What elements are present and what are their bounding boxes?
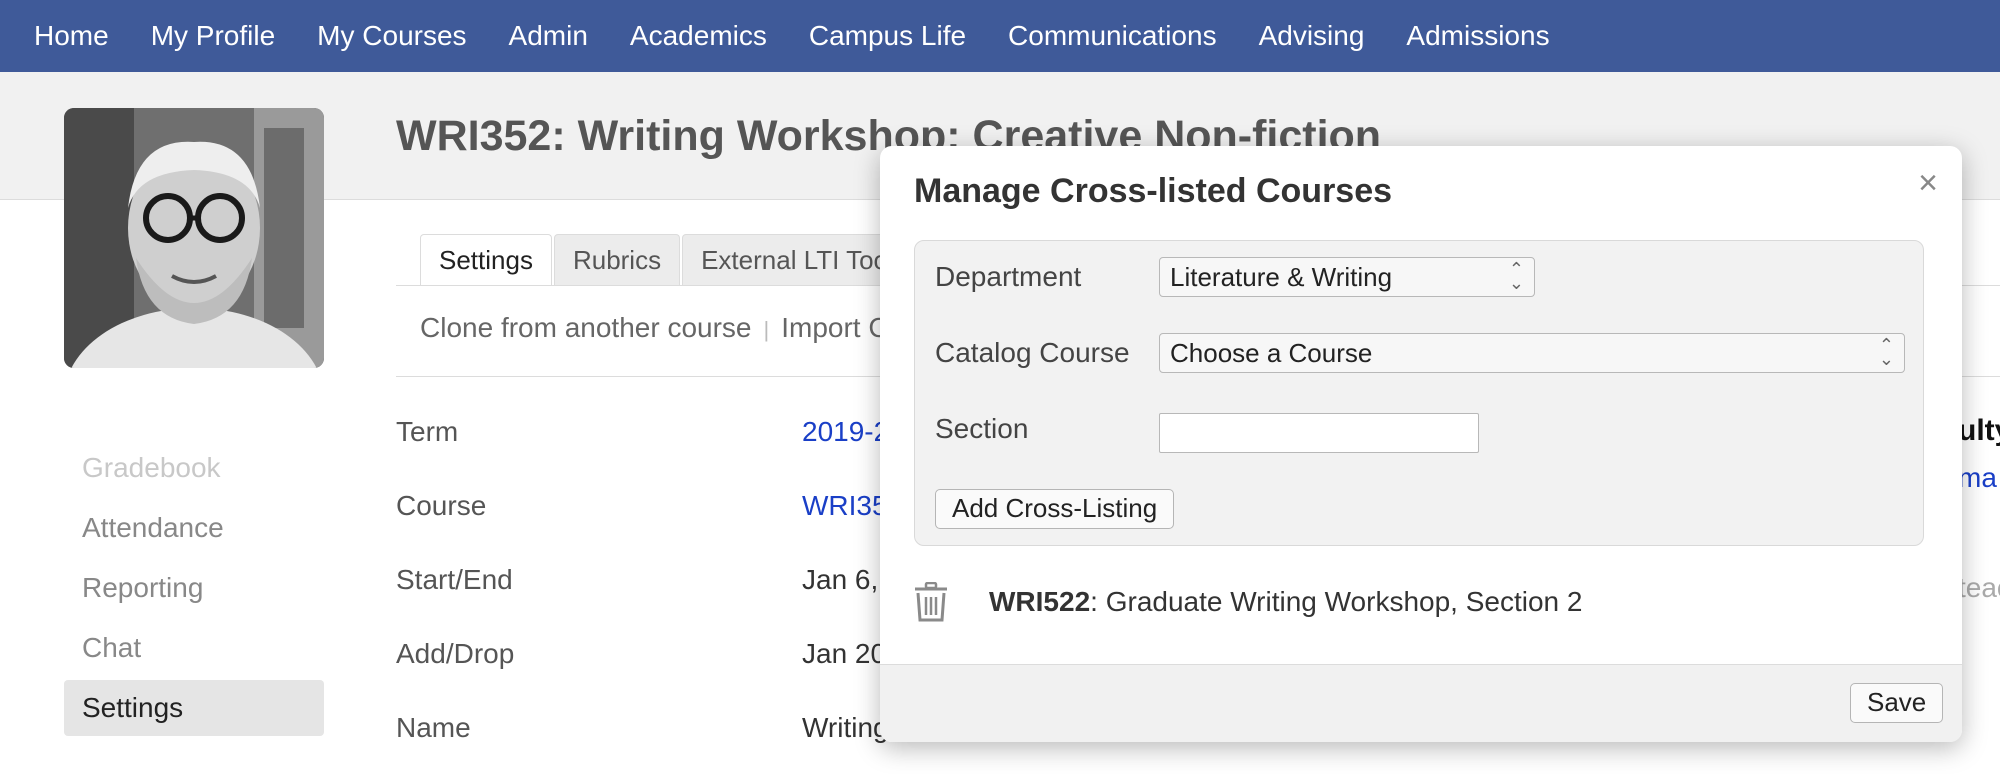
department-select[interactable]: Literature & Writing ⌃ ⌄ <box>1159 257 1535 297</box>
settings-tabs: Settings Rubrics External LTI Tool <box>420 234 915 286</box>
actions-separator: | <box>763 317 770 342</box>
tab-external-lti-tools[interactable]: External LTI Tool <box>682 234 913 286</box>
detail-label: Add/Drop <box>396 638 515 669</box>
add-drop-value: Jan 20 <box>802 638 887 669</box>
faculty-link[interactable]: ma <box>1958 462 1997 494</box>
faculty-role: teac <box>1958 572 2000 603</box>
cross-listing-code: WRI522 <box>989 586 1091 617</box>
nav-admin[interactable]: Admin <box>509 20 588 52</box>
sidebar-item-settings[interactable]: Settings <box>64 680 324 736</box>
tab-rubrics[interactable]: Rubrics <box>553 234 681 286</box>
section-input[interactable] <box>1159 413 1479 453</box>
nav-advising[interactable]: Advising <box>1259 20 1365 52</box>
select-arrows-icon: ⌃ ⌄ <box>1878 335 1894 369</box>
detail-label: Course <box>396 490 487 521</box>
catalog-course-selected: Choose a Course <box>1170 338 1373 368</box>
avatar-portrait <box>64 108 324 368</box>
detail-label: Term <box>396 416 459 447</box>
sidebar-item-chat[interactable]: Chat <box>64 620 324 676</box>
select-arrows-icon: ⌃ ⌄ <box>1508 259 1524 293</box>
nav-academics[interactable]: Academics <box>630 20 767 52</box>
department-selected: Literature & Writing <box>1170 262 1393 292</box>
nav-home[interactable]: Home <box>34 20 109 52</box>
close-icon[interactable]: × <box>1918 164 1938 203</box>
import-link[interactable]: Import C <box>781 312 888 343</box>
sidebar-item-attendance[interactable]: Attendance <box>64 500 324 556</box>
top-nav: Home My Profile My Courses Admin Academi… <box>0 0 2000 72</box>
nav-my-courses[interactable]: My Courses <box>317 20 466 52</box>
sidebar-item-reporting[interactable]: Reporting <box>64 560 324 616</box>
modal-title: Manage Cross-listed Courses <box>914 172 1393 210</box>
clone-course-link[interactable]: Clone from another course <box>420 312 752 343</box>
term-link[interactable]: 2019-2 <box>802 416 889 448</box>
course-actions: Clone from another course | Import C <box>420 312 889 344</box>
nav-communications[interactable]: Communications <box>1008 20 1217 52</box>
nav-my-profile[interactable]: My Profile <box>151 20 275 52</box>
side-nav: Gradebook Attendance Reporting Chat Sett… <box>64 440 324 740</box>
cross-listing-description: : Graduate Writing Workshop, Section 2 <box>1090 586 1583 617</box>
section-label: Section <box>935 413 1029 444</box>
save-button[interactable]: Save <box>1850 683 1944 723</box>
sidebar-item-gradebook[interactable]: Gradebook <box>64 440 324 496</box>
add-cross-listing-button[interactable]: Add Cross-Listing <box>935 489 1175 529</box>
nav-admissions[interactable]: Admissions <box>1406 20 1549 52</box>
faculty-heading: ulty <box>1958 414 2000 447</box>
cross-listing-text: WRI522: Graduate Writing Workshop, Secti… <box>989 586 1582 618</box>
tab-settings[interactable]: Settings <box>420 234 552 286</box>
catalog-course-label: Catalog Course <box>935 337 1130 368</box>
cross-listing-form: Department Literature & Writing ⌃ ⌄ Catal… <box>914 240 1924 546</box>
detail-label: Start/End <box>396 564 513 595</box>
detail-label: Name <box>396 712 471 743</box>
course-link[interactable]: WRI35 <box>802 490 888 522</box>
department-label: Department <box>935 261 1082 292</box>
trash-icon[interactable] <box>914 582 948 622</box>
nav-campus-life[interactable]: Campus Life <box>809 20 966 52</box>
modal-footer: Save <box>880 664 1962 742</box>
name-value: Writing <box>802 712 889 743</box>
catalog-course-select[interactable]: Choose a Course ⌃ ⌄ <box>1159 333 1905 373</box>
cross-listed-modal: Manage Cross-listed Courses × Department… <box>880 146 1962 742</box>
avatar <box>64 108 324 368</box>
